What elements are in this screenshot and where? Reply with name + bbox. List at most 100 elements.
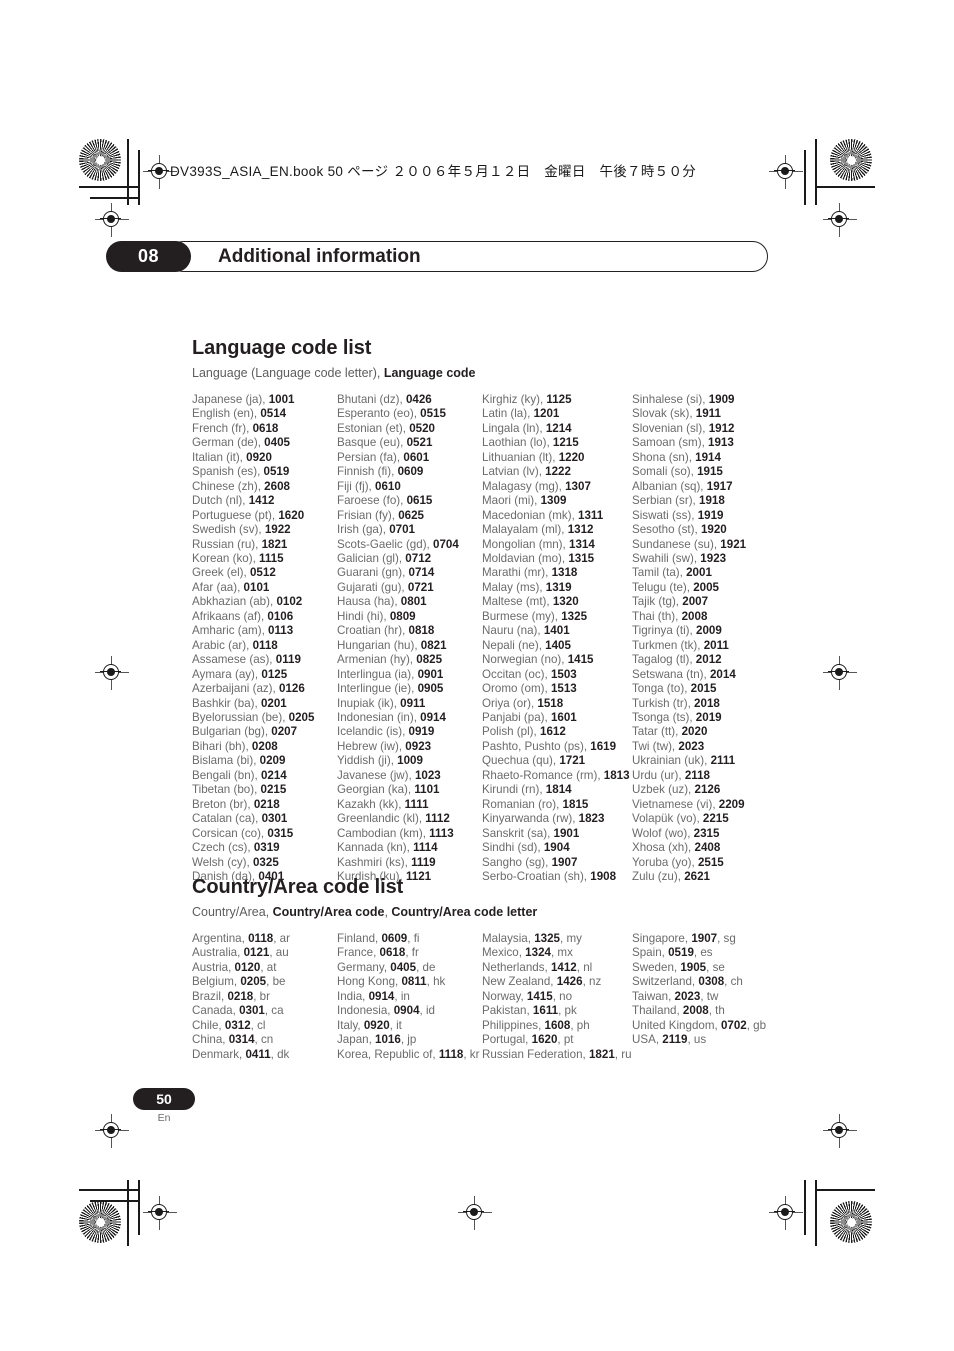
code-label: Galician (gl), xyxy=(337,551,406,565)
code-value: 1111 xyxy=(404,797,429,811)
crop-mark-top-right-vertical2 xyxy=(804,150,806,205)
code-label: Siswati (ss), xyxy=(632,508,698,522)
code-entry: Marathi (mr), 1318 xyxy=(482,566,632,580)
code-label: Tatar (tt), xyxy=(632,725,682,739)
registration-cross-right-upper xyxy=(823,203,857,237)
registration-target-bottom-right xyxy=(830,1201,872,1243)
code-label: Hindi (hi), xyxy=(337,609,390,623)
code-label: Wolof (wo), xyxy=(632,826,694,840)
code-entry: Hebrew (iw), 0923 xyxy=(337,740,482,754)
code-value: 2009 xyxy=(696,624,722,638)
country-legend-plain: Country/Area, xyxy=(192,905,273,919)
code-label: German (de), xyxy=(192,436,265,450)
code-entry: Occitan (oc), 1503 xyxy=(482,668,632,682)
code-entry: Azerbaijani (az), 0126 xyxy=(192,682,337,696)
code-label: , th xyxy=(708,1004,725,1018)
code-entry: Frisian (fy), 0625 xyxy=(337,509,482,523)
code-label: French (fr), xyxy=(192,421,253,435)
code-label: Nauru (na), xyxy=(482,624,544,638)
chapter-number: 08 xyxy=(137,246,160,266)
code-value: 0209 xyxy=(259,754,286,768)
code-label: , es xyxy=(693,946,713,960)
code-value: 0618 xyxy=(252,421,279,435)
code-label: Bulgarian (bg), xyxy=(192,725,272,739)
code-entry: Turkish (tr), 2018 xyxy=(632,697,777,711)
country-legend-bold-2: Country/Area code letter xyxy=(391,905,538,919)
code-value: 2023 xyxy=(674,989,701,1003)
code-entry: Sanskrit (sa), 1901 xyxy=(482,827,632,841)
code-value: 1815 xyxy=(562,797,589,811)
code-value: 0514 xyxy=(260,407,287,421)
code-label: Russian Federation, xyxy=(482,1047,589,1061)
code-entry: Taiwan, 2023, tw xyxy=(632,990,777,1004)
code-label: Taiwan, xyxy=(632,989,675,1003)
code-label: Estonian (et), xyxy=(337,421,410,435)
code-entry: Tamil (ta), 2001 xyxy=(632,566,777,580)
code-value: 0521 xyxy=(406,436,433,450)
code-label: , gb xyxy=(746,1018,767,1032)
code-entry: Abkhazian (ab), 0102 xyxy=(192,595,337,609)
code-entry: Malaysia, 1325, my xyxy=(482,932,632,946)
code-value: 0712 xyxy=(405,551,432,565)
code-value: 1114 xyxy=(413,841,438,855)
registration-cross-right-middle xyxy=(823,656,857,690)
language-code-section: Language code list Language (Language co… xyxy=(192,337,792,884)
code-entry: Belgium, 0205, be xyxy=(192,975,337,989)
code-label: Maltese (mt), xyxy=(482,595,553,609)
code-entry: Byelorussian (be), 0205 xyxy=(192,711,337,725)
code-value: 2008 xyxy=(682,1004,709,1018)
code-label: Kashmiri (ks), xyxy=(337,855,412,869)
code-entry: Hindi (hi), 0809 xyxy=(337,610,482,624)
code-value: 1901 xyxy=(553,826,580,840)
code-value: 0301 xyxy=(239,1004,265,1018)
code-value: 0920 xyxy=(363,1018,390,1032)
code-label: Tagalog (tl), xyxy=(632,653,696,667)
code-value: 2020 xyxy=(681,725,708,739)
code-value: 1324 xyxy=(525,946,551,960)
code-value: 1318 xyxy=(551,566,578,580)
code-value: 1222 xyxy=(545,465,571,479)
code-value: 1016 xyxy=(375,1033,401,1047)
code-entry: Hausa (ha), 0801 xyxy=(337,595,482,609)
code-value: 0314 xyxy=(228,1033,255,1047)
code-value: 0207 xyxy=(271,725,298,739)
code-entry: Chinese (zh), 2608 xyxy=(192,480,337,494)
code-value: 1112 xyxy=(425,812,450,826)
code-label: Polish (pl), xyxy=(482,725,540,739)
code-entry: Swahili (sw), 1923 xyxy=(632,552,777,566)
code-label: Sindhi (sd), xyxy=(482,841,544,855)
code-value: 2005 xyxy=(693,580,720,594)
code-entry: Sundanese (su), 1921 xyxy=(632,538,777,552)
registration-target-top-right xyxy=(830,139,872,181)
code-value: 0218 xyxy=(227,989,254,1003)
language-code-columns: Japanese (ja), 1001 English (en), 0514 Fre… xyxy=(192,393,792,884)
code-label: Brazil, xyxy=(192,989,228,1003)
code-entry: Afrikaans (af), 0106 xyxy=(192,610,337,624)
code-label: Korea, Republic of, xyxy=(337,1047,439,1061)
code-entry: Greek (el), 0512 xyxy=(192,566,337,580)
code-value: 1220 xyxy=(558,450,585,464)
code-label: Arabic (ar), xyxy=(192,638,253,652)
code-entry: Austria, 0120, at xyxy=(192,961,337,975)
country-code-list-title: Country/Area code list xyxy=(192,876,404,898)
code-label: Italy, xyxy=(337,1018,364,1032)
code-value: 1913 xyxy=(708,436,734,450)
language-code-column-1: Japanese (ja), 1001 English (en), 0514 Fre… xyxy=(192,393,337,884)
code-label: Malay (ms), xyxy=(482,580,546,594)
crop-mark-top-right-horizontal xyxy=(815,186,875,188)
code-value: 0714 xyxy=(408,566,435,580)
code-label: Latin (la), xyxy=(482,407,534,421)
code-value: 1823 xyxy=(578,812,605,826)
code-label: , fr xyxy=(405,946,419,960)
code-value: 2215 xyxy=(702,812,729,826)
code-entry: Lithuanian (lt), 1220 xyxy=(482,451,632,465)
code-entry: Armenian (hy), 0825 xyxy=(337,653,482,667)
code-value: 1315 xyxy=(568,551,595,565)
code-value: 1503 xyxy=(550,667,577,681)
code-label: Malayalam (ml), xyxy=(482,523,568,537)
code-label: Abkhazian (ab), xyxy=(192,595,277,609)
code-label: Byelorussian (be), xyxy=(192,710,289,724)
code-entry: Germany, 0405, de xyxy=(337,961,482,975)
code-entry: Somali (so), 1915 xyxy=(632,465,777,479)
code-value: 0118 xyxy=(252,638,278,652)
